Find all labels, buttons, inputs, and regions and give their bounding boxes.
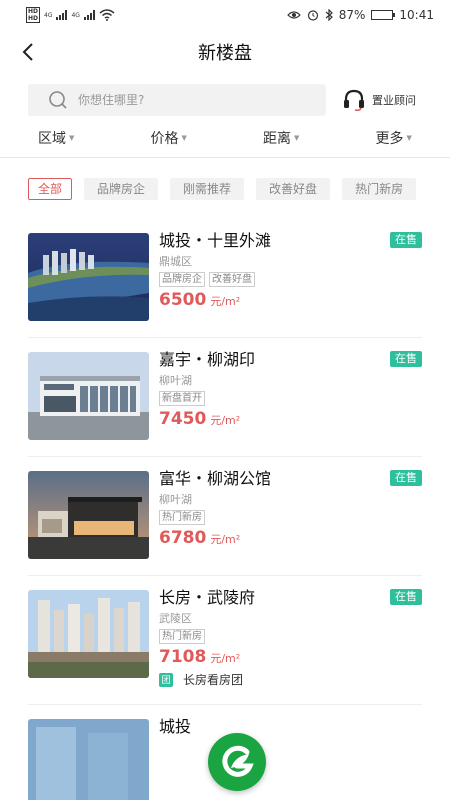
network-label: 4G (44, 11, 53, 19)
listing-info: 嘉宇・柳湖印 柳叶湖 新盘首开 7450 元/m² 在售 (159, 350, 422, 440)
listing-name: 城投・十里外滩 (159, 231, 272, 250)
status-bar-left: HD HD 4G 4G (26, 7, 115, 23)
listing-price: 6500 (159, 290, 207, 310)
listing-district: 柳叶湖 (159, 493, 192, 506)
search-icon (49, 91, 67, 109)
listing-photo (28, 719, 149, 800)
group-tour-link[interactable]: 团长房看房团 (159, 671, 422, 688)
alarm-icon (307, 10, 318, 21)
price-unit: 元/m² (210, 533, 241, 546)
status-bar: HD HD 4G 4G 87% 10:41 (0, 0, 450, 30)
bluetooth-icon (325, 9, 333, 21)
filter-label: 距离 (263, 130, 292, 147)
caret-down-icon: ▼ (294, 133, 300, 142)
listing-item[interactable]: 长房・武陵府 武陵区 热门新房 7108 元/m² 团长房看房团 在售 (28, 576, 422, 705)
status-badge: 在售 (390, 470, 422, 486)
search-input[interactable] (78, 93, 278, 107)
listing-district: 武陵区 (159, 612, 192, 625)
tag-hot-new[interactable]: 热门新房 (342, 178, 417, 200)
listing-price: 6780 (159, 528, 207, 548)
app-logo-button[interactable] (208, 733, 266, 791)
price-row: 7108 元/m² (159, 647, 422, 667)
listing-labels: 品牌房企 改善好盘 (159, 272, 422, 287)
caret-down-icon: ▼ (69, 133, 75, 142)
nav-bar: 新楼盘 (0, 30, 450, 74)
eye-icon (286, 11, 301, 19)
listing-list: 城投・十里外滩 鼎城区 品牌房企 改善好盘 6500 元/m² 在售 嘉宇・柳湖… (0, 219, 450, 800)
listing-info: 城投・十里外滩 鼎城区 品牌房企 改善好盘 6500 元/m² 在售 (159, 231, 422, 321)
signal-icon-2 (83, 10, 95, 20)
filter-more[interactable]: 更多 ▼ (338, 128, 450, 148)
leaf-logo-icon (222, 745, 254, 777)
price-row: 6500 元/m² (159, 290, 422, 310)
signal-icon (56, 10, 68, 20)
listing-price: 7450 (159, 409, 207, 429)
status-bar-right: 87% 10:41 (286, 8, 434, 22)
listing-name: 城投 (159, 717, 192, 736)
filter-label: 更多 (375, 130, 404, 147)
back-button[interactable] (16, 38, 40, 66)
filter-distance[interactable]: 距离 ▼ (225, 128, 338, 148)
listing-name: 嘉宇・柳湖印 (159, 350, 256, 369)
listing-labels: 热门新房 (159, 629, 422, 644)
listing-label: 热门新房 (159, 629, 205, 644)
listing-item[interactable]: 嘉宇・柳湖印 柳叶湖 新盘首开 7450 元/m² 在售 (28, 338, 422, 457)
category-tags: 全部 品牌房企 刚需推荐 改善好盘 热门新房 (0, 158, 450, 200)
filter-bar: 区域 ▼ 价格 ▼ 距离 ▼ 更多 ▼ (0, 118, 450, 158)
listing-name: 富华・柳湖公馆 (159, 469, 272, 488)
price-row: 7450 元/m² (159, 409, 422, 429)
price-unit: 元/m² (210, 414, 241, 427)
listing-label: 改善好盘 (209, 272, 255, 287)
battery-percent: 87% (338, 8, 366, 22)
search-box[interactable] (28, 84, 326, 116)
listing-info: 城投 (159, 717, 422, 800)
status-badge: 在售 (390, 351, 422, 367)
listing-photo (28, 471, 149, 559)
listing-item[interactable]: 富华・柳湖公馆 柳叶湖 热门新房 6780 元/m² 在售 (28, 457, 422, 576)
listing-item[interactable]: 城投・十里外滩 鼎城区 品牌房企 改善好盘 6500 元/m² 在售 (28, 219, 422, 338)
group-tour-label: 长房看房团 (183, 673, 244, 687)
listing-labels: 新盘首开 (159, 391, 422, 406)
battery-icon (371, 10, 396, 20)
price-row: 6780 元/m² (159, 528, 422, 548)
price-unit: 元/m² (210, 652, 241, 665)
page-title: 新楼盘 (198, 43, 252, 64)
price-unit: 元/m² (210, 295, 241, 308)
search-row: 置业顾问 (0, 74, 450, 116)
advisor-button[interactable]: 置业顾问 (342, 88, 416, 112)
listing-label: 新盘首开 (159, 391, 205, 406)
network-label-2: 4G (71, 11, 80, 19)
listing-district: 鼎城区 (159, 255, 192, 268)
tag-brand-developers[interactable]: 品牌房企 (84, 178, 159, 200)
listing-photo (28, 590, 149, 678)
listing-info: 长房・武陵府 武陵区 热门新房 7108 元/m² 团长房看房团 在售 (159, 588, 422, 688)
filter-price[interactable]: 价格 ▼ (113, 128, 226, 148)
listing-labels: 热门新房 (159, 510, 422, 525)
filter-label: 价格 (150, 130, 179, 147)
listing-photo (28, 352, 149, 440)
group-badge-icon: 团 (159, 672, 173, 687)
tag-upgrade[interactable]: 改善好盘 (256, 178, 331, 200)
status-badge: 在售 (390, 232, 422, 248)
tag-first-home[interactable]: 刚需推荐 (170, 178, 245, 200)
tag-all[interactable]: 全部 (28, 178, 73, 200)
filter-label: 区域 (38, 130, 67, 147)
listing-photo (28, 233, 149, 321)
chevron-left-icon (22, 43, 33, 61)
status-badge: 在售 (390, 589, 422, 605)
hd-icon: HD HD (26, 7, 41, 23)
wifi-icon (99, 9, 115, 21)
listing-label: 热门新房 (159, 510, 205, 525)
listing-label: 品牌房企 (159, 272, 205, 287)
listing-district: 柳叶湖 (159, 374, 192, 387)
advisor-label: 置业顾问 (372, 94, 416, 107)
caret-down-icon: ▼ (406, 133, 412, 142)
filter-district[interactable]: 区域 ▼ (0, 128, 113, 148)
headset-icon (344, 89, 364, 112)
listing-info: 富华・柳湖公馆 柳叶湖 热门新房 6780 元/m² 在售 (159, 469, 422, 559)
clock: 10:41 (399, 8, 434, 22)
listing-price: 7108 (159, 647, 207, 667)
listing-name: 长房・武陵府 (159, 588, 256, 607)
caret-down-icon: ▼ (181, 133, 187, 142)
